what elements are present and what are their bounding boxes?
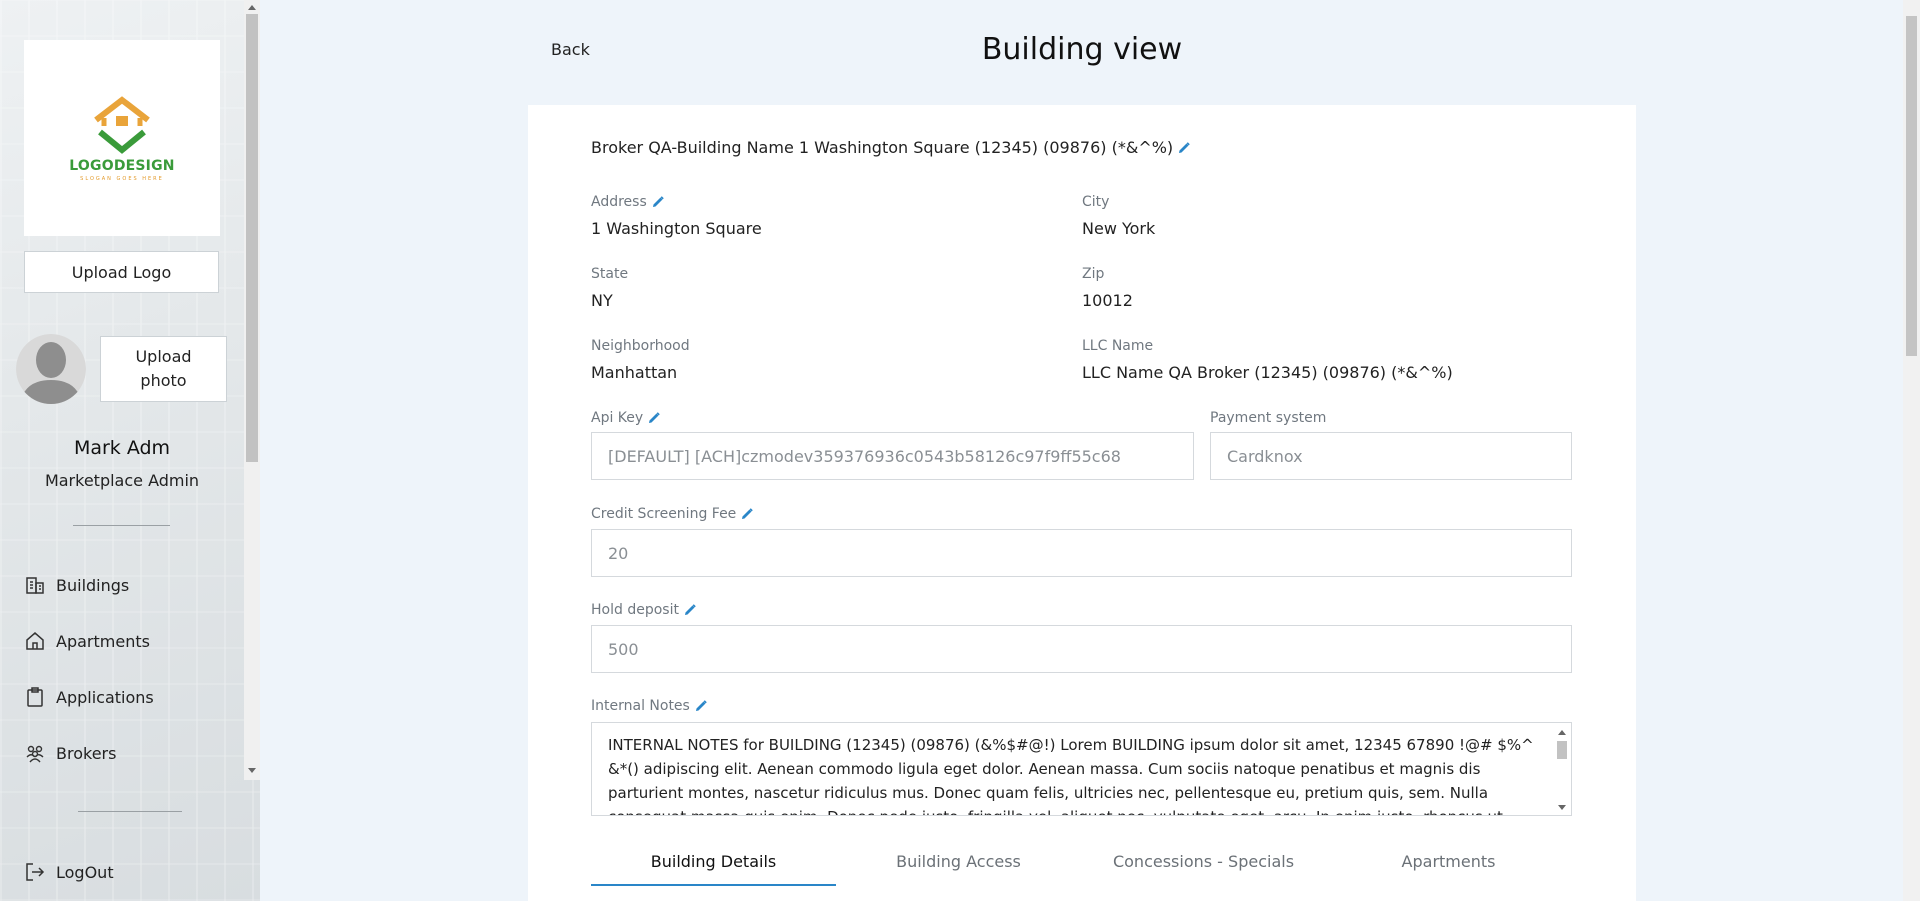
edit-icon[interactable] <box>683 603 697 617</box>
avatar-icon <box>16 334 86 404</box>
state-label: State <box>591 266 629 282</box>
tab-building-access[interactable]: Building Access <box>836 852 1081 886</box>
clipboard-icon <box>24 686 46 708</box>
credit-screening-fee-label: Credit Screening Fee <box>591 506 754 522</box>
address-label: Address <box>591 194 665 210</box>
city-value: New York <box>1082 219 1156 238</box>
llc-name-label: LLC Name <box>1082 338 1154 354</box>
back-button[interactable]: Back <box>551 40 590 59</box>
sidebar-item-applications[interactable]: Applications <box>24 682 154 712</box>
textarea-scrollbar[interactable] <box>1555 725 1569 813</box>
internal-notes-label-text: Internal Notes <box>591 698 690 714</box>
tab-building-details[interactable]: Building Details <box>591 852 836 886</box>
building-name-text: Broker QA-Building Name 1 Washington Squ… <box>591 138 1174 157</box>
payment-system-label: Payment system <box>1210 410 1327 426</box>
sidebar-item-buildings[interactable]: Buildings <box>24 570 129 600</box>
edit-icon[interactable] <box>740 507 754 521</box>
neighborhood-value: Manhattan <box>591 363 678 382</box>
api-key-label: Api Key <box>591 410 661 426</box>
logo-tagline: SLOGAN GOES HERE <box>80 176 164 182</box>
edit-icon[interactable] <box>647 411 661 425</box>
user-role: Marketplace Admin <box>44 471 200 490</box>
tab-concessions-specials[interactable]: Concessions - Specials <box>1081 852 1326 886</box>
user-name: Mark Adm <box>73 437 171 459</box>
scroll-down-icon[interactable] <box>248 768 256 773</box>
scroll-down-icon[interactable] <box>1558 805 1566 810</box>
scroll-up-icon[interactable] <box>1558 730 1566 735</box>
edit-icon[interactable] <box>1177 141 1191 155</box>
tab-apartments[interactable]: Apartments <box>1326 852 1571 886</box>
sidebar-item-label: Applications <box>56 687 154 707</box>
sidebar-scrollbar-thumb[interactable] <box>246 14 258 462</box>
logout-button[interactable]: LogOut <box>24 857 114 887</box>
api-key-field[interactable]: [DEFAULT] [ACH]czmodev359376936c0543b581… <box>591 432 1194 480</box>
logo-text: LOGODESIGN <box>69 158 175 174</box>
edit-icon[interactable] <box>694 699 708 713</box>
avatar <box>16 334 86 404</box>
city-label: City <box>1082 194 1110 210</box>
zip-label: Zip <box>1082 266 1105 282</box>
llc-name-value: LLC Name QA Broker (12345) (09876) (*&^%… <box>1082 363 1453 382</box>
page-scrollbar-thumb[interactable] <box>1906 16 1917 356</box>
edit-icon[interactable] <box>651 195 665 209</box>
home-icon <box>24 630 46 652</box>
credit-screening-fee-label-text: Credit Screening Fee <box>591 506 737 522</box>
neighborhood-label: Neighborhood <box>591 338 690 354</box>
logout-label: LogOut <box>56 862 114 882</box>
internal-notes-text: INTERNAL NOTES for BUILDING (12345) (098… <box>608 736 1534 815</box>
logo: LOGODESIGN SLOGAN GOES HERE <box>24 40 220 236</box>
credit-screening-fee-field[interactable]: 20 <box>591 529 1572 577</box>
internal-notes-label: Internal Notes <box>591 698 708 714</box>
logout-icon <box>24 861 46 883</box>
sidebar-item-brokers[interactable]: Brokers <box>24 738 116 768</box>
payment-system-field[interactable]: Cardknox <box>1210 432 1572 480</box>
hold-deposit-label: Hold deposit <box>591 602 697 618</box>
sidebar-divider <box>78 811 182 812</box>
sidebar-item-apartments[interactable]: Apartments <box>24 626 150 656</box>
internal-notes-textarea[interactable]: INTERNAL NOTES for BUILDING (12345) (098… <box>591 722 1572 816</box>
upload-photo-button[interactable]: Upload photo <box>100 336 227 402</box>
upload-logo-button[interactable]: Upload Logo <box>24 251 219 293</box>
sidebar-item-label: Apartments <box>56 631 150 651</box>
zip-value: 10012 <box>1082 291 1133 310</box>
textarea-scrollbar-thumb[interactable] <box>1557 741 1567 759</box>
page-title: Building view <box>981 32 1183 67</box>
users-icon <box>24 742 46 764</box>
sidebar-divider <box>73 525 170 526</box>
building-icon <box>24 574 46 596</box>
sidebar: LOGODESIGN SLOGAN GOES HERE Upload Logo … <box>0 0 260 901</box>
state-value: NY <box>591 291 613 310</box>
sidebar-item-label: Buildings <box>56 575 130 595</box>
hold-deposit-field[interactable]: 500 <box>591 625 1572 673</box>
logo-house-icon <box>94 96 150 154</box>
scroll-up-icon[interactable] <box>248 5 256 10</box>
address-label-text: Address <box>591 194 647 210</box>
address-value: 1 Washington Square <box>591 219 762 238</box>
hold-deposit-label-text: Hold deposit <box>591 602 679 618</box>
sidebar-item-label: Brokers <box>56 743 117 763</box>
api-key-label-text: Api Key <box>591 410 644 426</box>
building-name: Broker QA-Building Name 1 Washington Squ… <box>591 138 1191 157</box>
